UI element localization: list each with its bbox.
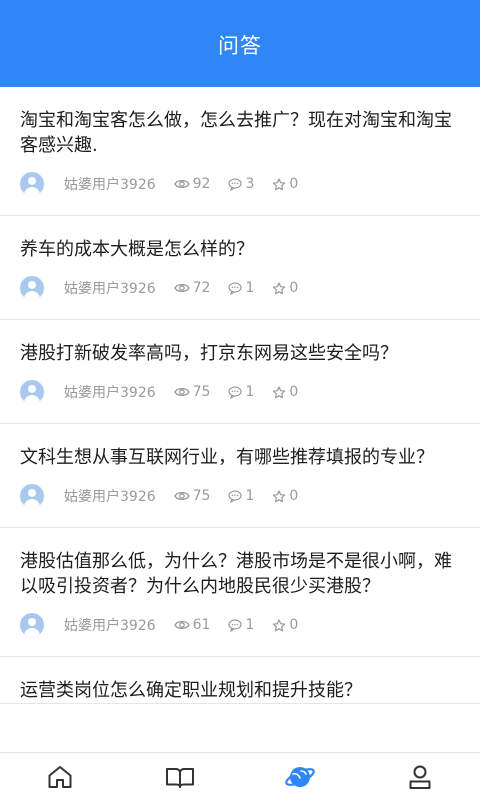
view-count: 72: [173, 280, 211, 296]
favorite-count[interactable]: 0: [272, 280, 298, 296]
tab-library[interactable]: [150, 754, 210, 800]
star-icon: [273, 177, 286, 190]
comment-count-value: 3: [245, 176, 255, 192]
favorite-count-value: 0: [289, 488, 299, 504]
comment-count: 1: [228, 488, 254, 504]
avatar[interactable]: [20, 172, 44, 196]
tab-qa[interactable]: [270, 754, 330, 800]
view-count-value: 75: [192, 384, 211, 400]
question-title[interactable]: 养车的成本大概是怎么样的？: [20, 237, 460, 262]
favorite-count-value: 0: [289, 280, 299, 296]
avatar[interactable]: [20, 613, 44, 637]
question-title[interactable]: 文科生想从事互联网行业，有哪些推荐填报的专业？: [20, 445, 460, 470]
eye-icon: [173, 283, 190, 293]
question-list[interactable]: 淘宝和淘宝客怎么做，怎么去推广？现在对淘宝和淘宝客感兴趣. 姑婆用户3926 9…: [0, 87, 480, 752]
question-meta: 姑婆用户3926 61 1 0: [20, 613, 460, 637]
author-name[interactable]: 姑婆用户3926: [64, 382, 156, 402]
view-count: 75: [173, 384, 211, 400]
question-meta: 姑婆用户3926 75 1 0: [20, 380, 460, 404]
app-header: 问答: [0, 0, 480, 87]
view-count-value: 61: [192, 617, 211, 633]
question-title[interactable]: 淘宝和淘宝客怎么做，怎么去推广？现在对淘宝和淘宝客感兴趣.: [20, 108, 460, 158]
avatar[interactable]: [20, 380, 44, 404]
eye-icon: [173, 620, 190, 630]
question-title[interactable]: 港股估值那么低，为什么？港股市场是不是很小啊，难以吸引投资者？为什么内地股民很少…: [20, 549, 460, 599]
comment-count: 1: [228, 384, 254, 400]
comment-icon: [228, 385, 243, 399]
star-icon: [273, 385, 286, 398]
page-title: 问答: [218, 33, 262, 58]
planet-icon: [285, 766, 315, 787]
comment-icon: [228, 177, 243, 191]
favorite-count-value: 0: [289, 617, 299, 633]
author-name[interactable]: 姑婆用户3926: [64, 486, 156, 506]
view-count: 92: [173, 176, 211, 192]
user-icon: [409, 765, 431, 789]
comment-count-value: 1: [245, 280, 255, 296]
view-count: 61: [173, 617, 211, 633]
question-item[interactable]: 养车的成本大概是怎么样的？ 姑婆用户3926 72 1 0: [0, 216, 480, 320]
comment-count: 3: [228, 176, 254, 192]
question-item[interactable]: 文科生想从事互联网行业，有哪些推荐填报的专业？ 姑婆用户3926 75 1 0: [0, 424, 480, 528]
question-item[interactable]: 港股估值那么低，为什么？港股市场是不是很小啊，难以吸引投资者？为什么内地股民很少…: [0, 528, 480, 657]
eye-icon: [173, 179, 190, 189]
favorite-count-value: 0: [289, 176, 299, 192]
comment-count-value: 1: [245, 384, 255, 400]
comment-icon: [228, 489, 243, 503]
favorite-count[interactable]: 0: [272, 384, 298, 400]
avatar[interactable]: [20, 276, 44, 300]
tab-home[interactable]: [30, 754, 90, 800]
question-meta: 姑婆用户3926 92 3 0: [20, 172, 460, 196]
favorite-count[interactable]: 0: [272, 488, 298, 504]
view-count-value: 72: [192, 280, 211, 296]
question-meta: 姑婆用户3926 75 1 0: [20, 484, 460, 508]
view-count: 75: [173, 488, 211, 504]
star-icon: [273, 618, 286, 631]
favorite-count[interactable]: 0: [272, 617, 298, 633]
question-item[interactable]: 运营类岗位怎么确定职业规划和提升技能？: [0, 657, 480, 704]
eye-icon: [173, 387, 190, 397]
star-icon: [273, 281, 286, 294]
home-icon: [48, 765, 72, 788]
star-icon: [273, 489, 286, 502]
bottom-tab-bar: [0, 752, 480, 800]
comment-count: 1: [228, 280, 254, 296]
book-icon: [166, 767, 194, 788]
favorite-count-value: 0: [289, 384, 299, 400]
question-title[interactable]: 运营类岗位怎么确定职业规划和提升技能？: [20, 678, 460, 703]
question-title[interactable]: 港股打新破发率高吗，打京东网易这些安全吗？: [20, 341, 460, 366]
question-item[interactable]: 淘宝和淘宝客怎么做，怎么去推广？现在对淘宝和淘宝客感兴趣. 姑婆用户3926 9…: [0, 87, 480, 216]
author-name[interactable]: 姑婆用户3926: [64, 615, 156, 635]
question-item[interactable]: 港股打新破发率高吗，打京东网易这些安全吗？ 姑婆用户3926 75 1 0: [0, 320, 480, 424]
view-count-value: 75: [192, 488, 211, 504]
comment-count: 1: [228, 617, 254, 633]
comment-icon: [228, 618, 243, 632]
eye-icon: [173, 491, 190, 501]
avatar[interactable]: [20, 484, 44, 508]
question-meta: 姑婆用户3926 72 1 0: [20, 276, 460, 300]
tab-profile[interactable]: [390, 754, 450, 800]
view-count-value: 92: [192, 176, 211, 192]
favorite-count[interactable]: 0: [272, 176, 298, 192]
author-name[interactable]: 姑婆用户3926: [64, 174, 156, 194]
author-name[interactable]: 姑婆用户3926: [64, 278, 156, 298]
comment-count-value: 1: [245, 617, 255, 633]
comment-count-value: 1: [245, 488, 255, 504]
comment-icon: [228, 281, 243, 295]
